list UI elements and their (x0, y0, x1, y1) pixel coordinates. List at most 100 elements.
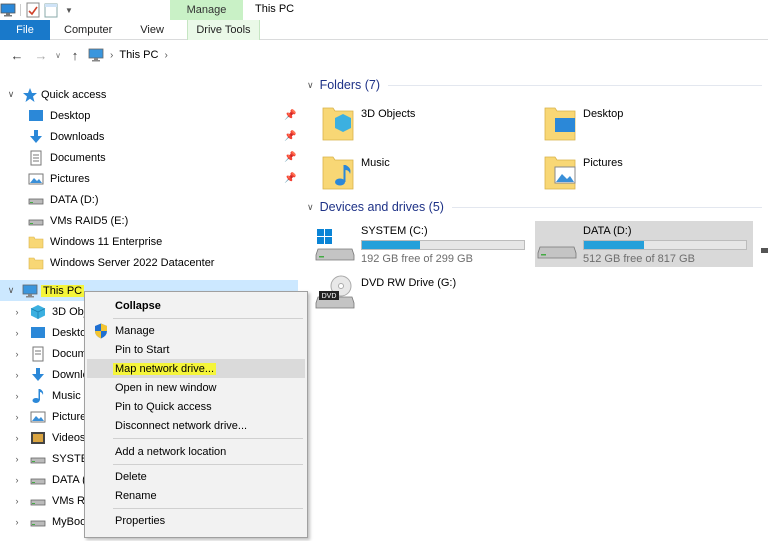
folder-pictures[interactable]: Pictures (543, 153, 623, 196)
tree-item-vms-raid5[interactable]: › VMs RA (12, 490, 93, 511)
tab-drive-tools[interactable]: Drive Tools (186, 20, 260, 40)
tab-file[interactable]: File (0, 20, 50, 40)
shield-icon (94, 323, 110, 339)
group-header-devices[interactable]: ∨ Devices and drives (5) (307, 200, 762, 214)
desktop-icon (30, 325, 46, 341)
tree-item-label: VMs RAID5 (E:) (50, 214, 129, 227)
this-pc-app-icon[interactable] (0, 2, 16, 18)
menu-item-label: Disconnect network drive... (115, 419, 248, 432)
documents-icon (30, 346, 46, 362)
menu-item-disconnect-network-drive[interactable]: Disconnect network drive... (87, 416, 305, 435)
tree-item-pictures[interactable]: Pictures (28, 168, 90, 189)
expanded-chevron-icon[interactable]: ∨ (307, 80, 314, 91)
pin-icon[interactable]: 📌 (284, 131, 296, 142)
pin-icon[interactable]: 📌 (284, 152, 296, 163)
expanded-chevron-icon[interactable]: ∨ (307, 202, 314, 213)
menu-item-rename[interactable]: Rename (87, 486, 305, 505)
tree-item-quick-access[interactable]: ∨ Quick access (6, 84, 106, 105)
3d-objects-icon (30, 304, 46, 320)
group-header-folders[interactable]: ∨ Folders (7) (307, 78, 762, 92)
tree-item-windows-11-enterprise[interactable]: Windows 11 Enterprise (28, 231, 162, 252)
tree-item-mybook[interactable]: › MyBook (12, 511, 92, 532)
tree-item-label: Pictures (50, 172, 90, 185)
tree-item-label: Quick access (41, 88, 107, 101)
properties-icon[interactable] (25, 2, 41, 18)
menu-item-label: Map network drive... (113, 362, 217, 375)
collapsed-chevron-icon[interactable]: › (12, 391, 22, 401)
menu-item-label: Collapse (115, 299, 161, 312)
expanded-chevron-icon[interactable]: ∨ (6, 285, 16, 296)
tree-item-desktop[interactable]: › Deskto (12, 322, 86, 343)
customize-toolbar-icon[interactable]: ▼ (61, 2, 77, 18)
folder-music[interactable]: Music (321, 153, 390, 196)
quick-access-toolbar: ▼ (0, 0, 77, 20)
pin-icon[interactable]: 📌 (284, 110, 296, 121)
drive-usage-fill (362, 241, 421, 249)
tree-item-label: Documents (50, 151, 106, 164)
collapsed-chevron-icon[interactable]: › (12, 433, 22, 443)
menu-separator (113, 464, 303, 465)
tree-item-windows-server-2022[interactable]: Windows Server 2022 Datacenter (28, 252, 214, 273)
expanded-chevron-icon[interactable]: ∨ (6, 89, 16, 100)
tree-item-videos[interactable]: › Videos (12, 427, 85, 448)
drive-dvd-g[interactable]: DVD DVD RW Drive (G:) (315, 275, 535, 315)
menu-item-properties[interactable]: Properties (87, 511, 305, 530)
collapsed-chevron-icon[interactable]: › (12, 370, 22, 380)
breadcrumb-chevron-icon[interactable]: › (164, 50, 167, 61)
tree-item-data-d[interactable]: DATA (D:) (28, 189, 98, 210)
tab-view[interactable]: View (126, 20, 178, 40)
up-arrow-icon[interactable]: ↑ (66, 46, 84, 64)
tree-item-data-d[interactable]: › DATA (D (12, 469, 94, 490)
tree-item-downloads[interactable]: › Downlo (12, 364, 89, 385)
drive-data-d[interactable]: DATA (D:) 512 GB free of 817 GB (535, 221, 753, 267)
tree-item-music[interactable]: › Music (12, 385, 81, 406)
tree-item-documents[interactable]: › Docume (12, 343, 93, 364)
tree-item-3d-objects[interactable]: › 3D Obje (12, 301, 92, 322)
menu-item-collapse[interactable]: Collapse (87, 296, 305, 315)
drive-icon (761, 248, 768, 253)
menu-item-pin-to-start[interactable]: Pin to Start (87, 340, 305, 359)
folder-desktop[interactable]: Desktop (543, 104, 623, 147)
pictures-icon (30, 409, 46, 425)
recent-locations-icon[interactable]: ∨ (52, 46, 64, 64)
menu-item-delete[interactable]: Delete (87, 467, 305, 486)
menu-item-map-network-drive[interactable]: Map network drive... (87, 359, 305, 378)
back-arrow-icon[interactable]: ← (8, 46, 26, 64)
music-icon (30, 388, 46, 404)
menu-item-label: Properties (115, 514, 166, 527)
collapsed-chevron-icon[interactable]: › (12, 412, 22, 422)
tree-item-vms-raid5[interactable]: VMs RAID5 (E:) (28, 210, 128, 231)
tree-item-pictures[interactable]: › Pictures (12, 406, 92, 427)
tree-item-label: Music (52, 389, 81, 402)
collapsed-chevron-icon[interactable]: › (12, 307, 22, 317)
collapsed-chevron-icon[interactable]: › (12, 349, 22, 359)
collapsed-chevron-icon[interactable]: › (12, 475, 22, 485)
menu-item-pin-to-quick-access[interactable]: Pin to Quick access (87, 397, 305, 416)
drive-system-c[interactable]: SYSTEM (C:) 192 GB free of 299 GB (315, 223, 535, 265)
forward-arrow-icon[interactable]: → (32, 46, 50, 64)
drive-info: DVD RW Drive (G:) (361, 275, 456, 315)
folder-icon (28, 255, 44, 271)
tree-item-documents[interactable]: Documents (28, 147, 106, 168)
menu-item-add-network-location[interactable]: Add a network location (87, 442, 305, 461)
breadcrumb-this-pc[interactable]: This PC (119, 49, 158, 61)
folder-3d-objects[interactable]: 3D Objects (321, 104, 415, 147)
tree-item-desktop[interactable]: Desktop (28, 105, 90, 126)
tree-item-downloads[interactable]: Downloads (28, 126, 104, 147)
new-folder-icon[interactable] (43, 2, 59, 18)
collapsed-chevron-icon[interactable]: › (12, 517, 22, 527)
pin-icon[interactable]: 📌 (284, 173, 296, 184)
navigation-bar: ← → ∨ ↑ › This PC › (0, 41, 768, 69)
collapsed-chevron-icon[interactable]: › (12, 328, 22, 338)
menu-item-open-in-new-window[interactable]: Open in new window (87, 378, 305, 397)
collapsed-chevron-icon[interactable]: › (12, 454, 22, 464)
collapsed-chevron-icon[interactable]: › (12, 496, 22, 506)
address-bar[interactable]: › This PC › (88, 44, 168, 66)
breadcrumb-chevron-icon[interactable]: › (110, 50, 113, 61)
content-pane: ∨ Folders (7) 3D Objects Desktop Music P… (299, 72, 768, 541)
drive-free-space: 192 GB free of 299 GB (361, 253, 473, 265)
group-header-label: Devices and drives (5) (319, 200, 444, 214)
tab-computer[interactable]: Computer (50, 20, 126, 40)
menu-item-manage[interactable]: Manage (87, 321, 305, 340)
tree-item-label: Downloads (50, 130, 105, 143)
